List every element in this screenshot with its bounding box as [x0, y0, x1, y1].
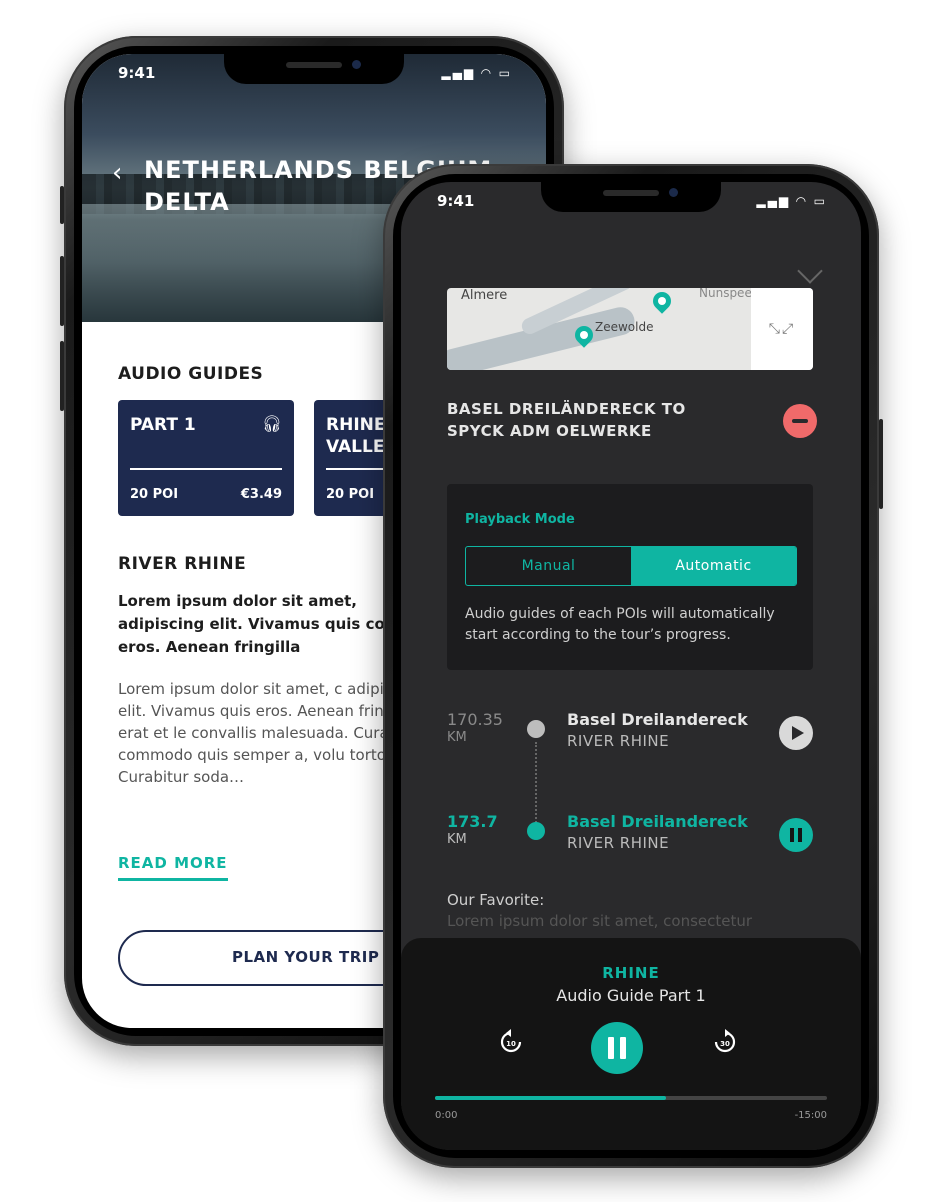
status-time: 9:41 [118, 64, 156, 82]
card-poi-count: 20 POI [130, 487, 179, 502]
map-pin-icon[interactable] [649, 288, 675, 314]
collapse-chevron-icon[interactable] [797, 258, 823, 284]
playback-mode-label: Playback Mode [465, 512, 575, 527]
stop-name: Basel Dreilandereck [567, 710, 748, 729]
stop-dot [527, 822, 545, 840]
side-button [879, 419, 883, 509]
side-button [60, 256, 64, 326]
automatic-option[interactable]: Automatic [631, 547, 796, 585]
stop-km: 173.7 [447, 812, 498, 831]
time-remaining: -15:00 [794, 1110, 827, 1121]
progress-bar[interactable] [435, 1096, 827, 1100]
forward-30-button[interactable]: 30 [711, 1028, 739, 1056]
forward-seconds: 30 [720, 1040, 730, 1048]
status-time: 9:41 [437, 192, 475, 210]
map-label: Almere [461, 288, 508, 303]
rewind-icon: 10 [500, 1029, 522, 1053]
player-subtitle: Audio Guide Part 1 [556, 986, 706, 1005]
plan-trip-label: PLAN YOUR TRIP [232, 948, 380, 966]
side-button [60, 341, 64, 411]
mini-map[interactable]: Almere Zeewolde Nunspeet ⤡⤢ [447, 288, 813, 370]
card-title: RHINE VALLEY [326, 415, 397, 457]
status-bar: 9:41 ▂▄▆ ◠ ▭ [118, 64, 512, 84]
signal-wifi-battery-icon: ▂▄▆ ◠ ▭ [756, 194, 827, 208]
stop-name: Basel Dreilandereck [567, 812, 748, 831]
status-bar: 9:41 ▂▄▆ ◠ ▭ [437, 192, 827, 212]
player-title: RHINE [602, 964, 660, 982]
map-label: Nunspeet [699, 288, 757, 300]
phone-right: 9:41 ▂▄▆ ◠ ▭ Almere Zeewolde Nunspeet ⤡⤢… [383, 164, 883, 1168]
side-button [60, 186, 64, 224]
rewind-seconds: 10 [506, 1040, 516, 1048]
audio-guide-card[interactable]: PART 1 🎧︎ 20 POI €3.49 [118, 400, 294, 516]
pause-icon [790, 828, 802, 842]
remove-route-button[interactable] [783, 404, 817, 438]
manual-option[interactable]: Manual [466, 547, 631, 585]
stop-river: RIVER RHINE [567, 732, 670, 750]
stop-km-unit: KM [447, 832, 467, 847]
read-more-link[interactable]: READ MORE [118, 854, 228, 881]
favorite-text: Lorem ipsum dolor sit amet, consectetur [447, 912, 753, 930]
stop-km-unit: KM [447, 730, 467, 745]
play-icon [792, 726, 804, 740]
audio-player: RHINE Audio Guide Part 1 10 30 0:00 -15:… [401, 938, 861, 1150]
rewind-10-button[interactable]: 10 [497, 1028, 525, 1056]
stop-dot [527, 720, 545, 738]
screen-audio-player: 9:41 ▂▄▆ ◠ ▭ Almere Zeewolde Nunspeet ⤡⤢… [401, 182, 861, 1150]
headphones-icon: 🎧︎ [261, 414, 282, 433]
card-poi-count: 20 POI [326, 487, 375, 502]
playback-description: Audio guides of each POIs will automatic… [465, 606, 775, 643]
river-heading: RIVER RHINE [118, 554, 247, 574]
list-item[interactable]: 170.35 KM Basel Dreilandereck RIVER RHIN… [447, 710, 813, 760]
list-item[interactable]: 173.7 KM Basel Dreilandereck RIVER RHINE [447, 812, 813, 862]
expand-map-icon[interactable]: ⤡⤢ [751, 288, 813, 370]
favorite-label: Our Favorite: [447, 891, 545, 909]
card-price: €3.49 [240, 487, 282, 502]
playback-mode-panel: Playback Mode Manual Automatic Audio gui… [447, 484, 813, 670]
play-button[interactable] [779, 716, 813, 750]
map-label: Zeewolde [595, 320, 654, 334]
main-pause-button[interactable] [591, 1022, 643, 1074]
time-elapsed: 0:00 [435, 1110, 458, 1121]
route-title: BASEL DREILÄNDERECK TO SPYCK ADM OELWERK… [447, 400, 686, 440]
forward-icon: 30 [714, 1029, 736, 1053]
audio-guides-heading: AUDIO GUIDES [118, 364, 264, 384]
card-title: PART 1 [130, 415, 196, 435]
pause-button[interactable] [779, 818, 813, 852]
playback-mode-toggle: Manual Automatic [465, 546, 797, 586]
back-chevron-icon[interactable]: ‹ [112, 158, 122, 188]
card-divider [130, 468, 282, 470]
signal-wifi-battery-icon: ▂▄▆ ◠ ▭ [441, 66, 512, 80]
progress-fill [435, 1096, 667, 1100]
stop-km: 170.35 [447, 710, 503, 729]
stop-river: RIVER RHINE [567, 834, 670, 852]
